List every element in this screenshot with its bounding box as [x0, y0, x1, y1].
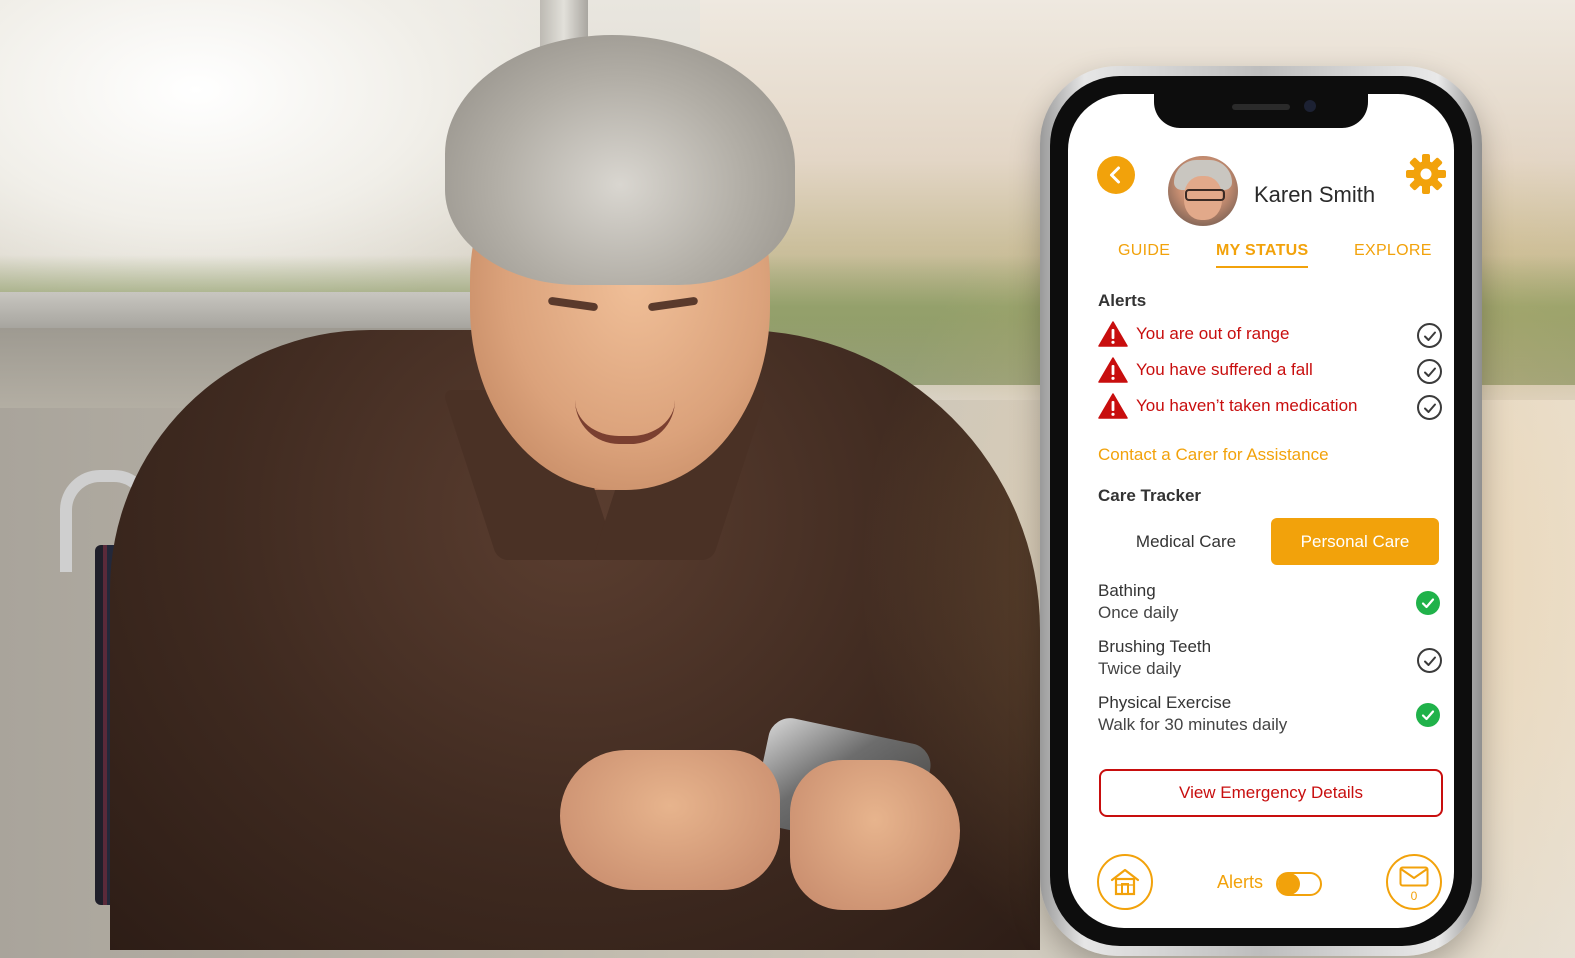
- check-icon: [1423, 331, 1436, 341]
- care-tracker-title: Care Tracker: [1098, 486, 1202, 505]
- care-item: Bathing Once daily: [1098, 581, 1438, 631]
- alert-item: You have suffered a fall: [1098, 356, 1428, 386]
- warning-icon: [1098, 321, 1128, 347]
- back-button[interactable]: [1097, 156, 1135, 194]
- home-button[interactable]: [1097, 854, 1153, 910]
- phone-mockup: Karen Smith GUIDE MY STATUS EXPLORE Aler…: [1040, 66, 1482, 956]
- segment-personal-care[interactable]: Personal Care: [1271, 518, 1439, 565]
- back-arrow-icon: [1110, 166, 1120, 184]
- care-item-name: Physical Exercise: [1098, 693, 1232, 712]
- warning-icon: [1098, 357, 1128, 383]
- phone-bezel: Karen Smith GUIDE MY STATUS EXPLORE Aler…: [1050, 76, 1472, 946]
- care-item: Brushing Teeth Twice daily: [1098, 637, 1438, 687]
- alerts-toggle[interactable]: [1276, 872, 1322, 896]
- alert-item: You haven’t taken medication: [1098, 392, 1428, 422]
- app-screen: Karen Smith GUIDE MY STATUS EXPLORE Aler…: [1068, 94, 1454, 928]
- speaker: [1232, 104, 1290, 110]
- user-name: Karen Smith: [1254, 182, 1376, 207]
- hand-left: [560, 750, 780, 890]
- home-icon: [1110, 868, 1140, 896]
- segment-medical-care[interactable]: Medical Care: [1116, 519, 1256, 565]
- tab-bar: GUIDE MY STATUS EXPLORE: [1068, 242, 1454, 276]
- alerts-title: Alerts: [1098, 291, 1147, 310]
- acknowledge-alert-button[interactable]: [1417, 395, 1442, 420]
- avatar: [1168, 156, 1238, 226]
- care-item-frequency: Twice daily: [1098, 659, 1182, 678]
- care-item-frequency: Once daily: [1098, 603, 1179, 622]
- alert-item: You are out of range: [1098, 320, 1428, 350]
- tab-my-status[interactable]: MY STATUS: [1216, 242, 1309, 268]
- view-emergency-details-button[interactable]: View Emergency Details: [1099, 769, 1443, 817]
- care-item-frequency: Walk for 30 minutes daily: [1098, 715, 1288, 734]
- acknowledge-alert-button[interactable]: [1417, 323, 1442, 348]
- mail-icon: [1399, 866, 1429, 887]
- check-icon: [1423, 403, 1436, 413]
- alert-text: You haven’t taken medication: [1136, 396, 1358, 415]
- acknowledge-alert-button[interactable]: [1417, 359, 1442, 384]
- phone-notch: [1154, 94, 1368, 128]
- tab-explore[interactable]: EXPLORE: [1354, 242, 1432, 260]
- tab-guide[interactable]: GUIDE: [1118, 242, 1170, 260]
- mail-button[interactable]: 0: [1386, 854, 1442, 910]
- care-item-name: Bathing: [1098, 581, 1156, 600]
- toggle-knob: [1278, 873, 1300, 895]
- care-done-toggle[interactable]: [1416, 591, 1440, 615]
- check-icon: [1421, 710, 1435, 721]
- care-item-name: Brushing Teeth: [1098, 637, 1212, 656]
- gear-icon[interactable]: [1404, 152, 1448, 196]
- care-item: Physical Exercise Walk for 30 minutes da…: [1098, 693, 1438, 743]
- alert-text: You are out of range: [1136, 324, 1290, 343]
- bottom-bar: Alerts 0: [1068, 854, 1454, 914]
- alert-text: You have suffered a fall: [1136, 360, 1313, 379]
- front-camera: [1304, 100, 1316, 112]
- alerts-toggle-label: Alerts: [1217, 872, 1264, 892]
- check-icon: [1423, 656, 1436, 666]
- warning-icon: [1098, 393, 1128, 419]
- contact-carer-link[interactable]: Contact a Carer for Assistance: [1098, 445, 1329, 465]
- check-icon: [1421, 598, 1435, 609]
- check-icon: [1423, 367, 1436, 377]
- care-done-toggle[interactable]: [1416, 703, 1440, 727]
- care-done-toggle[interactable]: [1417, 648, 1442, 673]
- mail-count-badge: 0: [1410, 889, 1418, 903]
